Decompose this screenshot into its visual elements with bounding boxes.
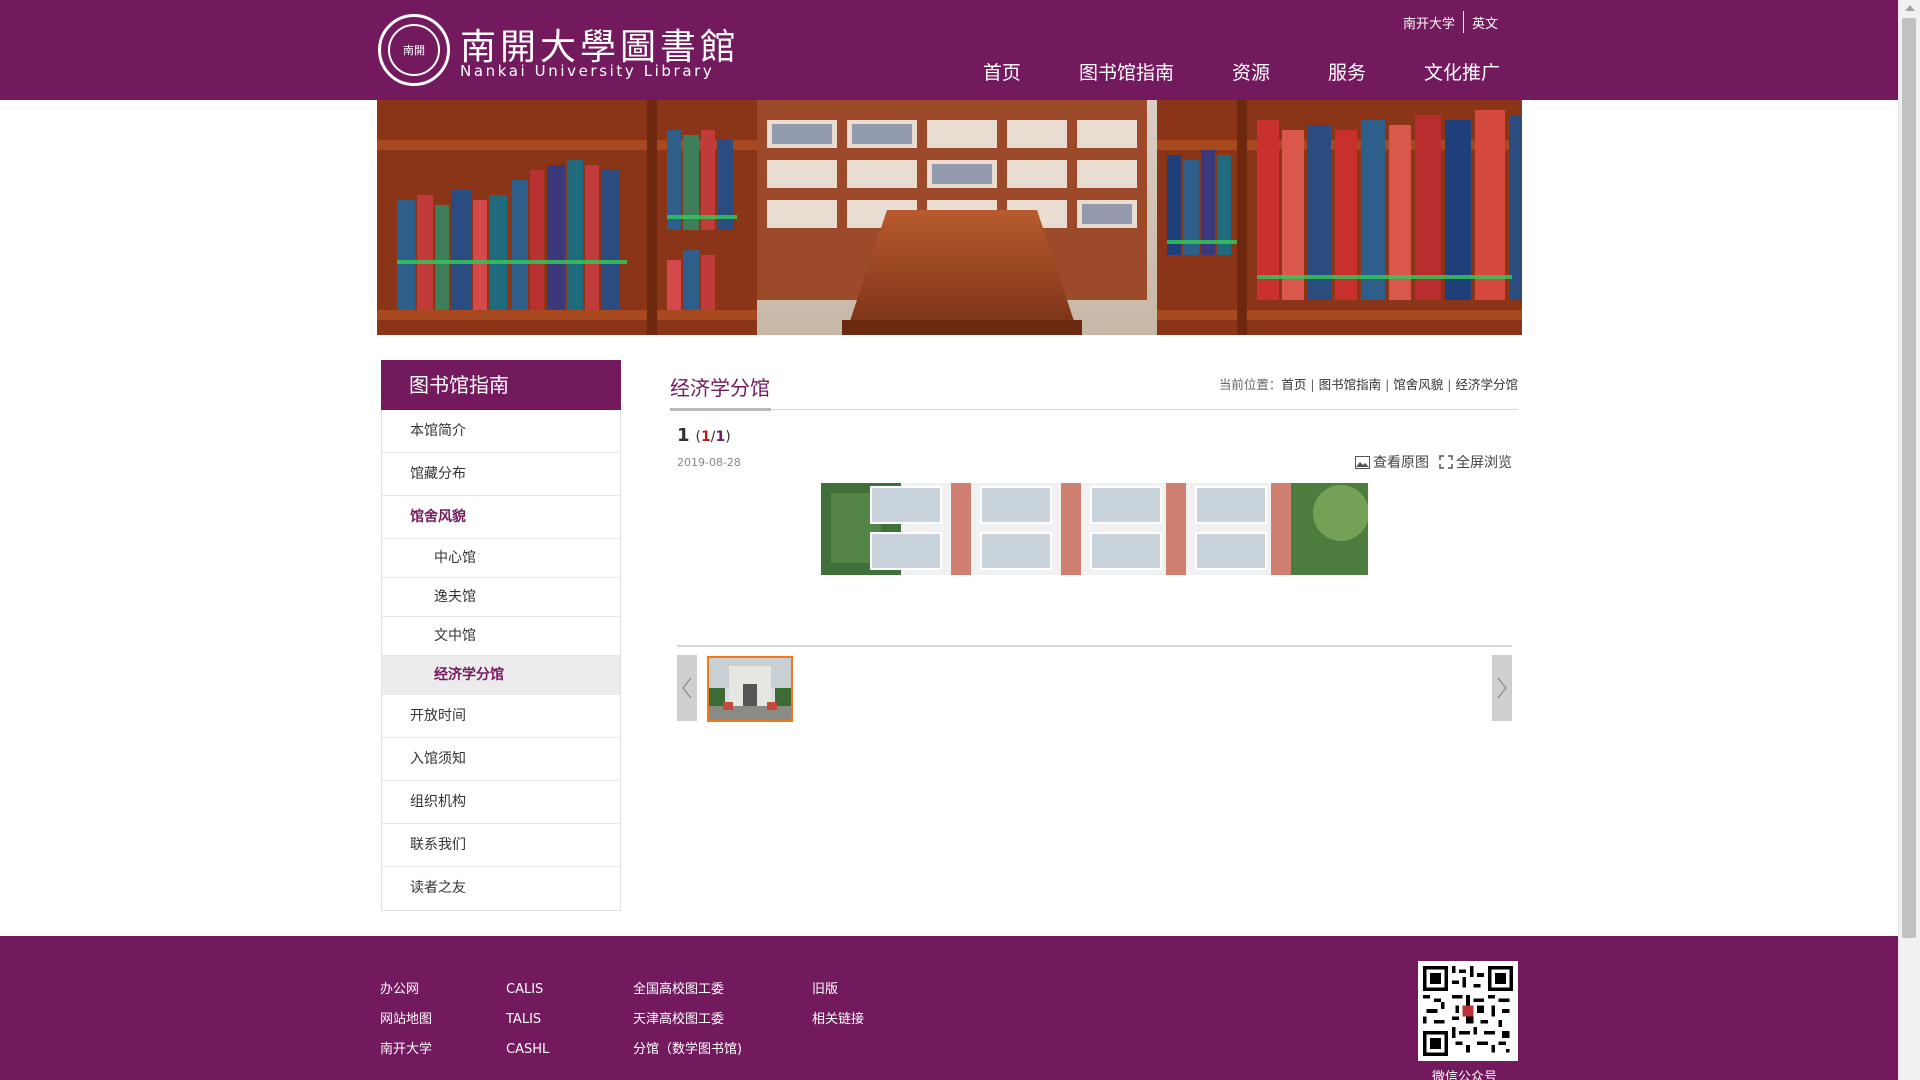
vertical-scrollbar[interactable] [1898,0,1920,1080]
sidebar-title: 图书馆指南 [381,360,621,410]
wechat-qr-code [1418,961,1518,1061]
fullscreen-icon [1439,455,1453,469]
photo-total: 1 [715,429,726,445]
view-original-label: 查看原图 [1373,455,1429,471]
sidebar-item-intro[interactable]: 本馆简介 [382,410,620,453]
breadcrumb-economics[interactable]: 经济学分馆 [1455,377,1518,392]
sidebar-subitem-yifu[interactable]: 逸夫馆 [382,578,620,617]
thumbnail-next-button[interactable] [1492,655,1512,721]
image-icon [1355,455,1370,469]
logo-english-name: Nankai University Library [460,62,715,80]
sidebar: 图书馆指南 本馆简介 馆藏分布 馆舍风貌 中心馆 逸夫馆 文中馆 经济学分馆 开… [381,360,621,911]
top-links: 南开大学 英文 [1403,11,1498,33]
footer-link[interactable]: 相关链接 [812,1012,864,1028]
nav-home[interactable]: 首页 [983,58,1021,85]
fullscreen-button[interactable]: 全屏浏览 [1439,452,1512,472]
footer-link[interactable]: 办公网 [380,982,432,998]
sidebar-item-rules[interactable]: 入馆须知 [382,738,620,781]
sidebar-subitem-economics[interactable]: 经济学分馆 [382,656,620,695]
thumbnail-item[interactable] [707,656,793,722]
footer-link[interactable]: CALIS [506,982,549,998]
nav-services[interactable]: 服务 [1328,58,1366,85]
nav-resources[interactable]: 资源 [1232,58,1270,85]
sidebar-item-collections[interactable]: 馆藏分布 [382,453,620,496]
footer-link[interactable]: 全国高校图工委 [633,982,742,998]
footer-column-1: 办公网 网站地图 南开大学 [380,982,432,1058]
thumbnail-divider [677,645,1512,647]
footer-link[interactable]: 分馆（数学图书馆) [633,1042,742,1058]
main-photo[interactable] [821,483,1368,575]
sidebar-item-contact[interactable]: 联系我们 [382,824,620,867]
scroll-up-icon[interactable] [1905,5,1915,11]
footer-link[interactable]: 网站地图 [380,1012,432,1028]
thumbnail-prev-button[interactable] [677,655,697,721]
footer-column-3: 全国高校图工委 天津高校图工委 分馆（数学图书馆) [633,982,742,1058]
chevron-right-icon [1497,677,1507,699]
breadcrumb-prefix: 当前位置： [1218,377,1282,392]
site-header: 南開 南開大學圖書館 Nankai University Library 南开大… [0,0,1898,100]
seal-text: 南開 [388,24,440,76]
sidebar-subitem-wenzhong[interactable]: 文中馆 [382,617,620,656]
site-footer: 办公网 网站地图 南开大学 CALIS TALIS CASHL 全国高校图工委 … [0,936,1898,1080]
view-original-button[interactable]: 查看原图 [1355,452,1429,472]
footer-link[interactable]: 天津高校图工委 [633,1012,742,1028]
sidebar-item-buildings[interactable]: 馆舍风貌 [382,496,620,539]
footer-link[interactable]: TALIS [506,1012,549,1028]
photo-counter: (1/1) [695,429,731,445]
breadcrumb-guide[interactable]: 图书馆指南 [1319,377,1382,392]
photo-index: 1 [677,425,690,446]
main-content: 经济学分馆 当前位置：首页 | 图书馆指南 | 馆舍风貌 | 经济学分馆 1 (1… [670,360,1518,722]
footer-link[interactable]: CASHL [506,1042,549,1058]
top-link-nankai[interactable]: 南开大学 [1403,13,1455,32]
nav-library-guide[interactable]: 图书馆指南 [1079,58,1174,85]
library-logo[interactable]: 南開 南開大學圖書館 Nankai University Library [378,14,736,86]
footer-column-2: CALIS TALIS CASHL [506,982,549,1058]
photo-tools: 查看原图 全屏浏览 [1345,452,1512,472]
sidebar-item-readers[interactable]: 读者之友 [382,867,620,910]
banner-image [377,100,1522,335]
footer-column-4: 旧版 相关链接 [812,982,864,1028]
breadcrumb-home[interactable]: 首页 [1281,377,1306,392]
photo-caption: 1 (1/1) [677,425,731,446]
footer-link[interactable]: 南开大学 [380,1042,432,1058]
title-underline [670,408,771,411]
photo-current: 1 [701,429,711,445]
content-header: 经济学分馆 当前位置：首页 | 图书馆指南 | 馆舍风貌 | 经济学分馆 [670,360,1518,411]
photo-date: 2019-08-28 [677,456,741,469]
chevron-left-icon [682,677,692,699]
main-nav: 首页 图书馆指南 资源 服务 文化推广 [925,58,1500,85]
breadcrumb: 当前位置：首页 | 图书馆指南 | 馆舍风貌 | 经济学分馆 [1218,377,1518,392]
scrollbar-thumb[interactable] [1902,18,1916,938]
sidebar-subitem-central[interactable]: 中心馆 [382,539,620,578]
fullscreen-label: 全屏浏览 [1456,455,1512,471]
qr-label: 微信公众号 [1432,1070,1498,1080]
footer-link[interactable]: 旧版 [812,982,864,998]
top-link-english[interactable]: 英文 [1472,13,1498,32]
thumbnail-strip [677,655,1512,723]
sidebar-item-organization[interactable]: 组织机构 [382,781,620,824]
nav-culture[interactable]: 文化推广 [1424,58,1500,85]
page-title: 经济学分馆 [670,376,770,400]
breadcrumb-buildings[interactable]: 馆舍风貌 [1393,377,1443,392]
sidebar-item-hours[interactable]: 开放时间 [382,695,620,738]
divider [1462,11,1464,33]
university-seal-icon: 南開 [378,14,450,86]
